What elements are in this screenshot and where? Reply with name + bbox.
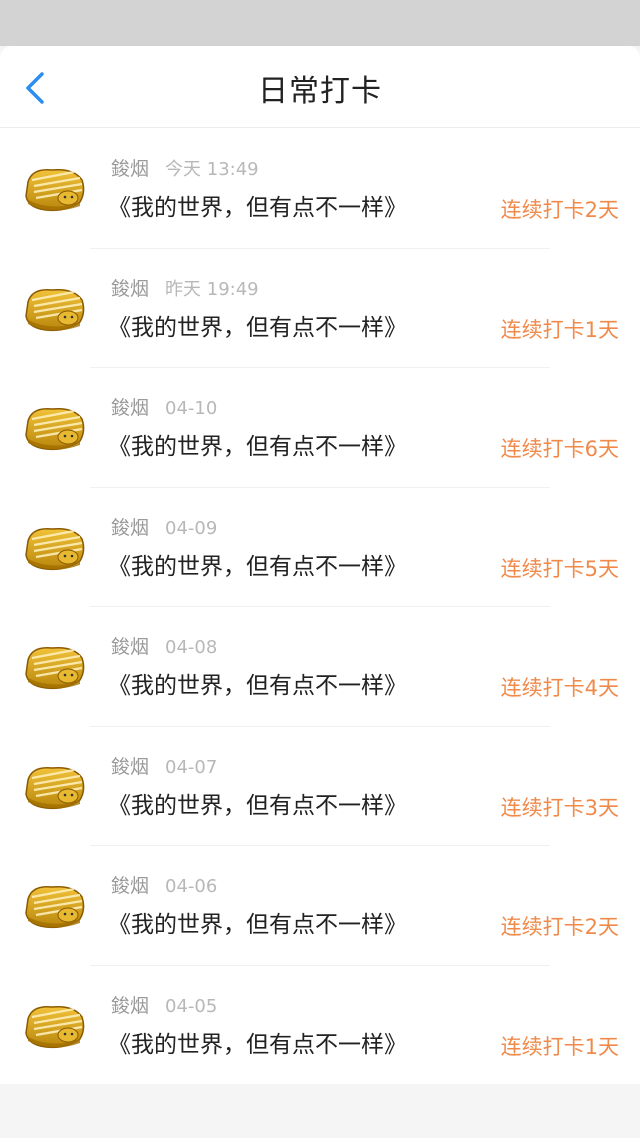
- checkin-meta: 鋑烟 今天 13:49: [111, 154, 259, 181]
- checkin-content[interactable]: 《我的世界，但有点不一样》: [108, 666, 407, 700]
- checkin-content[interactable]: 《我的世界，但有点不一样》: [108, 308, 407, 342]
- user-name[interactable]: 鋑烟: [111, 995, 149, 1017]
- streak-label: 连续打卡6天: [500, 437, 619, 461]
- checkin-content[interactable]: 《我的世界，但有点不一样》: [108, 188, 407, 222]
- streak-label: 连续打卡1天: [500, 1034, 619, 1059]
- checkin-content[interactable]: 《我的世界，但有点不一样》: [108, 1025, 407, 1059]
- checkin-content[interactable]: 《我的世界，但有点不一样》: [108, 427, 407, 461]
- checkin-meta: 鋑烟 04-05: [111, 991, 217, 1018]
- streak-label: 连续打卡2天: [500, 198, 619, 222]
- user-name[interactable]: 鋑烟: [111, 278, 149, 300]
- user-name[interactable]: 鋑烟: [111, 636, 149, 658]
- bread-avatar-icon[interactable]: [22, 401, 88, 455]
- streak-label: 连续打卡2天: [500, 915, 619, 939]
- checkin-item[interactable]: 鋑烟 04-05 《我的世界，但有点不一样》 连续打卡1天: [0, 964, 640, 1085]
- user-name[interactable]: 鋑烟: [111, 756, 149, 778]
- checkin-item[interactable]: 鋑烟 04-07 《我的世界，但有点不一样》 连续打卡3天: [0, 725, 640, 846]
- streak-label: 连续打卡1天: [500, 317, 619, 342]
- checkin-time: 04-06: [165, 876, 218, 897]
- checkin-meta: 鋑烟 04-09: [111, 513, 217, 540]
- bread-avatar-icon[interactable]: [22, 999, 88, 1053]
- checkin-time: 04-10: [165, 398, 218, 419]
- user-name[interactable]: 鋑烟: [111, 158, 149, 180]
- streak-label: 连续打卡3天: [500, 795, 619, 820]
- checkin-meta: 鋑烟 昨天 19:49: [111, 274, 259, 301]
- checkin-time: 昨天 19:49: [165, 278, 259, 300]
- checkin-time: 今天 13:49: [165, 159, 259, 180]
- checkin-time: 04-05: [165, 995, 218, 1017]
- user-name[interactable]: 鋑烟: [111, 875, 149, 897]
- checkin-item[interactable]: 鋑烟 04-09 《我的世界，但有点不一样》 连续打卡5天: [0, 486, 640, 607]
- checkin-item[interactable]: 鋑烟 今天 13:49 《我的世界，但有点不一样》 连续打卡2天: [0, 128, 640, 248]
- checkin-item[interactable]: 鋑烟 04-06 《我的世界，但有点不一样》 连续打卡2天: [0, 845, 640, 965]
- page-title: 日常打卡: [258, 74, 382, 109]
- navigation-bar: 日常打卡: [0, 46, 640, 128]
- checkin-meta: 鋑烟 04-08: [111, 632, 217, 659]
- checkin-item[interactable]: 鋑烟 04-10 《我的世界，但有点不一样》 连续打卡6天: [0, 367, 640, 487]
- checkin-meta: 鋑烟 04-10: [111, 393, 217, 420]
- checkin-content[interactable]: 《我的世界，但有点不一样》: [108, 547, 407, 581]
- bread-avatar-icon[interactable]: [22, 282, 88, 336]
- bread-avatar-icon[interactable]: [22, 760, 88, 814]
- checkin-time: 04-07: [165, 756, 218, 778]
- bread-avatar-icon[interactable]: [22, 162, 88, 216]
- status-bar: [0, 0, 640, 46]
- bread-avatar-icon[interactable]: [22, 640, 88, 694]
- user-name[interactable]: 鋑烟: [111, 397, 149, 419]
- checkin-time: 04-09: [165, 517, 218, 539]
- checkin-meta: 鋑烟 04-06: [111, 871, 217, 898]
- checkin-content[interactable]: 《我的世界，但有点不一样》: [108, 786, 407, 820]
- bread-avatar-icon[interactable]: [22, 879, 88, 933]
- checkin-time: 04-08: [165, 637, 218, 658]
- checkin-item[interactable]: 鋑烟 04-08 《我的世界，但有点不一样》 连续打卡4天: [0, 606, 640, 726]
- streak-label: 连续打卡5天: [500, 556, 619, 581]
- checkin-content[interactable]: 《我的世界，但有点不一样》: [108, 905, 407, 939]
- checkin-list: 鋑烟 今天 13:49 《我的世界，但有点不一样》 连续打卡2天 鋑烟 昨天 1…: [0, 128, 640, 1084]
- streak-label: 连续打卡4天: [500, 676, 619, 700]
- user-name[interactable]: 鋑烟: [111, 517, 149, 539]
- checkin-item[interactable]: 鋑烟 昨天 19:49 《我的世界，但有点不一样》 连续打卡1天: [0, 247, 640, 368]
- checkin-meta: 鋑烟 04-07: [111, 752, 217, 779]
- bread-avatar-icon[interactable]: [22, 521, 88, 575]
